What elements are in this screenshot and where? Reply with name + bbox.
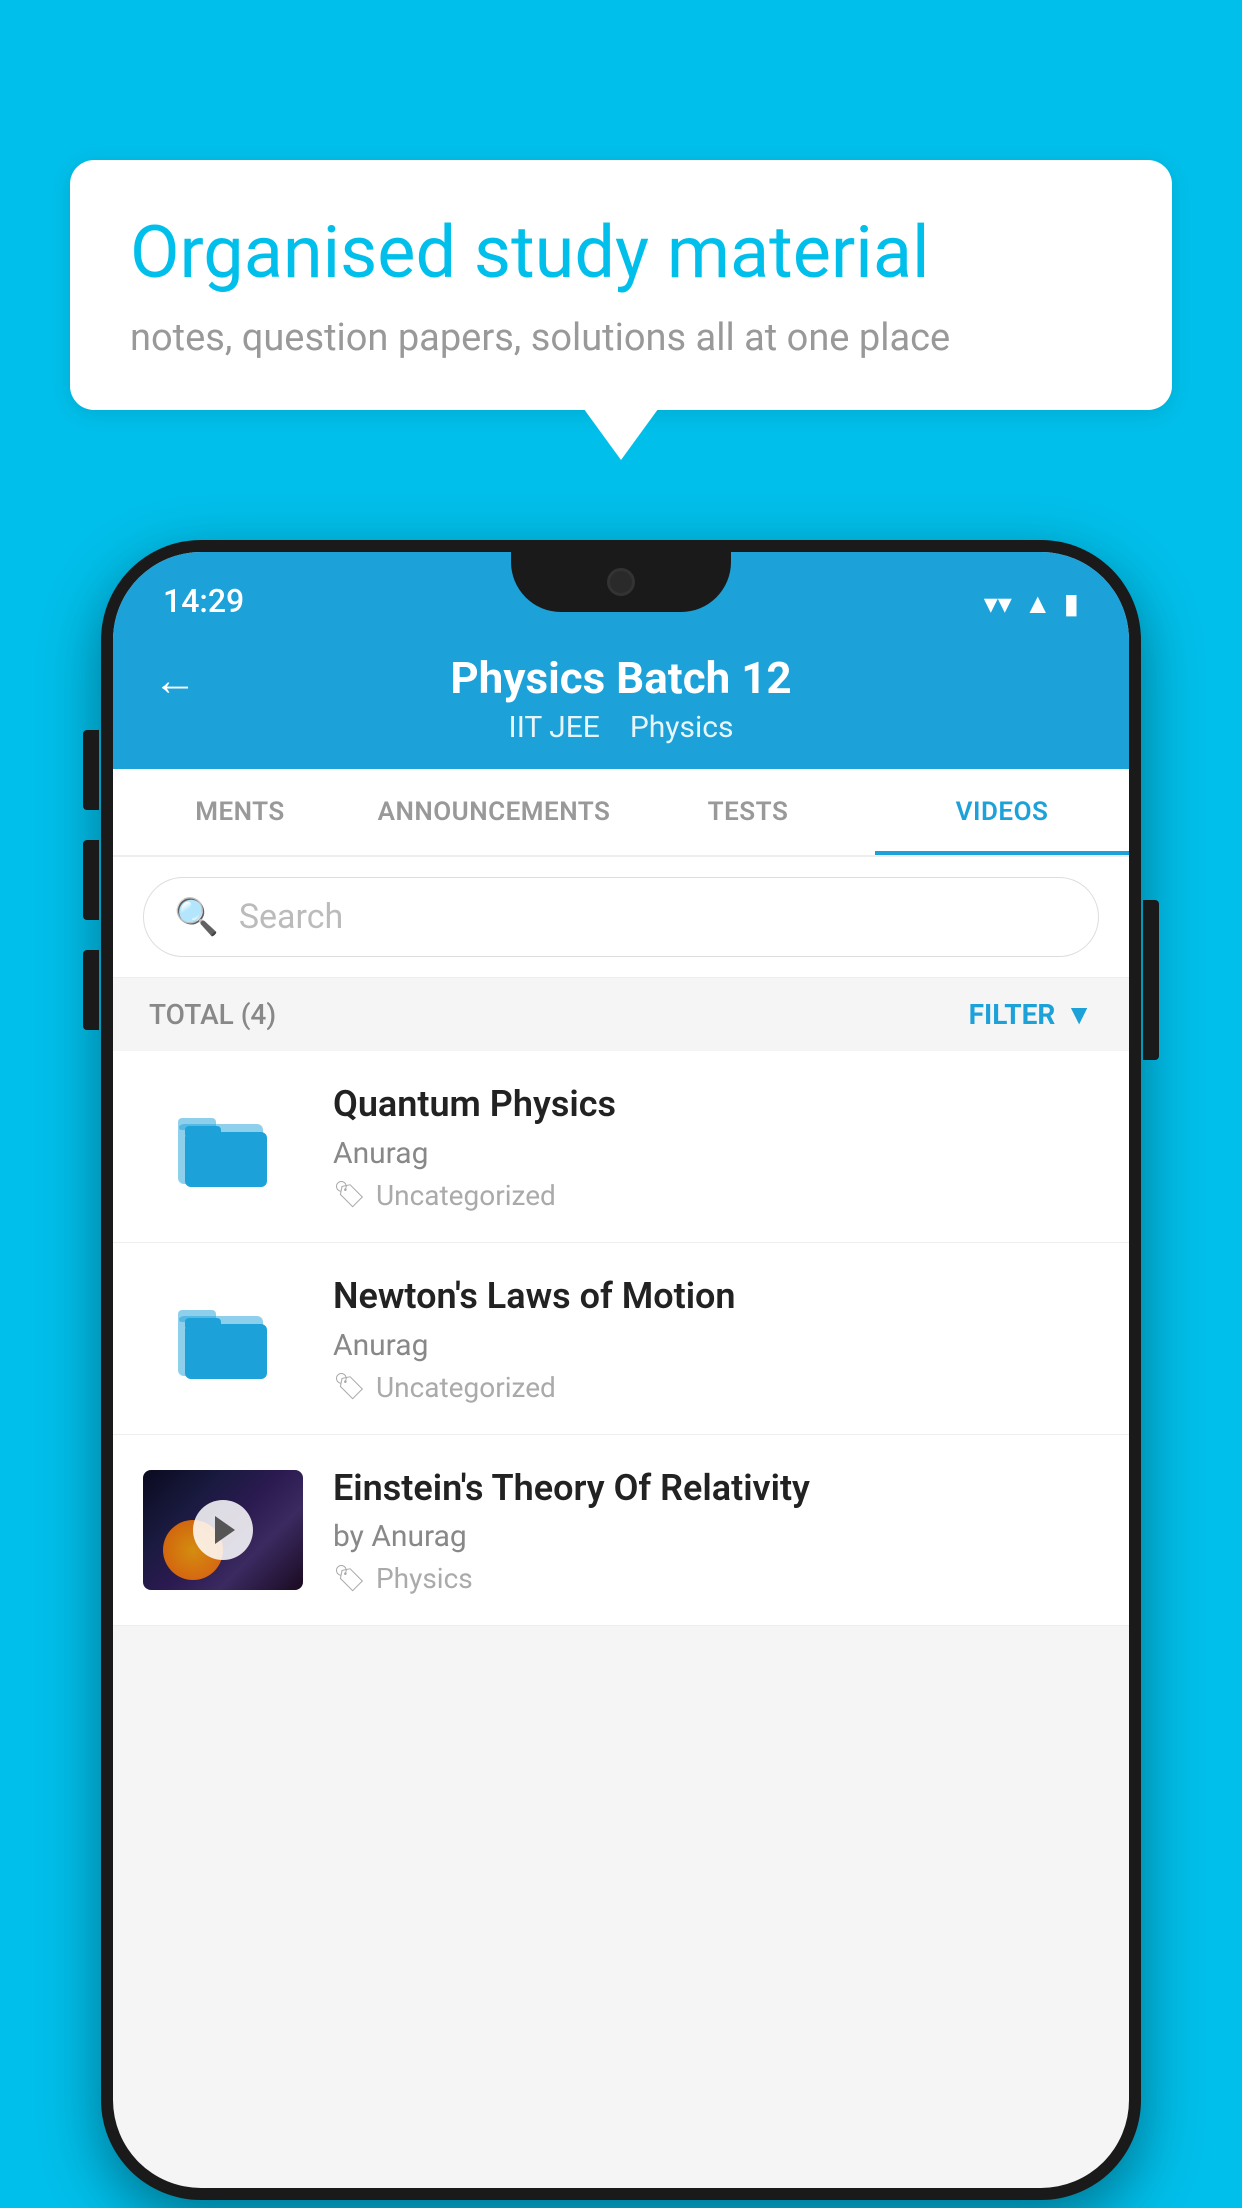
speech-bubble-container: Organised study material notes, question… bbox=[70, 160, 1172, 410]
filter-icon: ▼ bbox=[1065, 998, 1093, 1031]
status-time: 14:29 bbox=[163, 582, 244, 620]
list-item[interactable]: Quantum Physics Anurag 🏷 Uncategorized bbox=[113, 1051, 1129, 1243]
tab-announcements[interactable]: ANNOUNCEMENTS bbox=[367, 769, 621, 855]
folder-icon bbox=[173, 1296, 273, 1381]
play-button-3[interactable] bbox=[193, 1500, 253, 1560]
back-button[interactable]: ← bbox=[153, 654, 197, 706]
video-title-3: Einstein's Theory Of Relativity bbox=[333, 1465, 1099, 1512]
tag-icon-1: 🏷 bbox=[333, 1180, 366, 1210]
tag-text-2: Uncategorized bbox=[376, 1371, 556, 1404]
phone-inner: 14:29 ▾▾ ▲ ▮ ← Physics Batch 12 IIT JEE … bbox=[113, 552, 1129, 2188]
header-title: Physics Batch 12 bbox=[450, 652, 791, 704]
video-title-2: Newton's Laws of Motion bbox=[333, 1273, 1099, 1320]
video-author-2: Anurag bbox=[333, 1328, 1099, 1363]
video-tag-3: 🏷 Physics bbox=[333, 1562, 1099, 1595]
tab-videos[interactable]: VIDEOS bbox=[875, 769, 1129, 855]
filter-label: FILTER bbox=[969, 998, 1056, 1031]
video-list: Quantum Physics Anurag 🏷 Uncategorized bbox=[113, 1051, 1129, 1626]
tag-text-1: Uncategorized bbox=[376, 1179, 556, 1212]
list-item[interactable]: Newton's Laws of Motion Anurag 🏷 Uncateg… bbox=[113, 1243, 1129, 1435]
folder-icon bbox=[173, 1104, 273, 1189]
tab-tests[interactable]: TESTS bbox=[621, 769, 875, 855]
video-info-1: Quantum Physics Anurag 🏷 Uncategorized bbox=[333, 1081, 1099, 1212]
camera bbox=[607, 568, 635, 596]
play-icon bbox=[215, 1516, 235, 1544]
signal-icon: ▲ bbox=[1024, 587, 1052, 620]
video-thumbnail-3 bbox=[143, 1470, 303, 1590]
speech-bubble: Organised study material notes, question… bbox=[70, 160, 1172, 410]
video-tag-2: 🏷 Uncategorized bbox=[333, 1371, 1099, 1404]
video-thumbnail-2 bbox=[143, 1278, 303, 1398]
video-thumbnail-1 bbox=[143, 1086, 303, 1206]
search-placeholder: Search bbox=[239, 897, 343, 937]
header-subtitle-physics: Physics bbox=[630, 710, 734, 745]
header-subtitle: IIT JEE Physics bbox=[509, 710, 734, 745]
video-info-2: Newton's Laws of Motion Anurag 🏷 Uncateg… bbox=[333, 1273, 1099, 1404]
phone-notch bbox=[511, 552, 731, 612]
video-author-3: by Anurag bbox=[333, 1519, 1099, 1554]
list-item[interactable]: Einstein's Theory Of Relativity by Anura… bbox=[113, 1435, 1129, 1627]
video-thumb-img-3 bbox=[143, 1470, 303, 1590]
tabs-bar: MENTS ANNOUNCEMENTS TESTS VIDEOS bbox=[113, 769, 1129, 857]
phone-frame: 14:29 ▾▾ ▲ ▮ ← Physics Batch 12 IIT JEE … bbox=[101, 540, 1141, 2200]
search-bar[interactable]: 🔍 Search bbox=[143, 877, 1099, 957]
tab-ments[interactable]: MENTS bbox=[113, 769, 367, 855]
filter-button[interactable]: FILTER ▼ bbox=[969, 998, 1093, 1031]
video-info-3: Einstein's Theory Of Relativity by Anura… bbox=[333, 1465, 1099, 1596]
status-icons: ▾▾ ▲ ▮ bbox=[984, 587, 1079, 620]
bubble-title: Organised study material bbox=[130, 210, 1112, 296]
filter-bar: TOTAL (4) FILTER ▼ bbox=[113, 978, 1129, 1051]
video-author-1: Anurag bbox=[333, 1136, 1099, 1171]
search-icon: 🔍 bbox=[174, 896, 219, 938]
search-container: 🔍 Search bbox=[113, 857, 1129, 978]
app-header: ← Physics Batch 12 IIT JEE Physics bbox=[113, 632, 1129, 769]
battery-icon: ▮ bbox=[1064, 587, 1079, 620]
header-subtitle-iitjee: IIT JEE bbox=[509, 710, 600, 745]
wifi-icon: ▾▾ bbox=[984, 587, 1012, 620]
video-title-1: Quantum Physics bbox=[333, 1081, 1099, 1128]
total-count: TOTAL (4) bbox=[149, 998, 276, 1031]
video-tag-1: 🏷 Uncategorized bbox=[333, 1179, 1099, 1212]
tag-icon-3: 🏷 bbox=[333, 1564, 366, 1594]
tag-icon-2: 🏷 bbox=[333, 1372, 366, 1402]
phone-outer: 14:29 ▾▾ ▲ ▮ ← Physics Batch 12 IIT JEE … bbox=[101, 540, 1141, 2200]
bubble-subtitle: notes, question papers, solutions all at… bbox=[130, 316, 1112, 360]
tag-text-3: Physics bbox=[376, 1562, 473, 1595]
